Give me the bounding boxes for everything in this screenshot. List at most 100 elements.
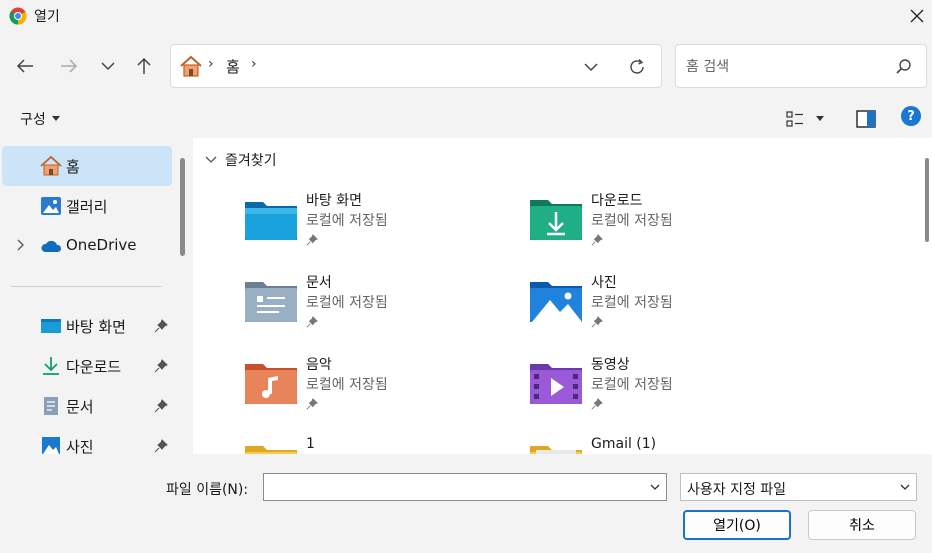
chevron-down-icon <box>101 62 115 71</box>
chevron-right-icon[interactable] <box>16 238 26 252</box>
tile-name: 문서 <box>306 275 332 291</box>
chrome-icon <box>9 7 27 25</box>
pin-icon[interactable] <box>154 439 168 453</box>
pictures-folder-icon <box>530 282 582 322</box>
music-folder-icon <box>245 364 297 404</box>
sidebar-item-label: OneDrive <box>66 236 137 254</box>
command-bar: 구성 ? <box>0 98 932 138</box>
tile-name: Gmail (1) <box>591 436 657 452</box>
pin-icon <box>306 234 318 246</box>
navigation-pane: 홈 갤러리 OneDrive 바탕 화면 다운로드 문서 사진 <box>0 138 190 454</box>
back-button[interactable] <box>11 52 39 80</box>
home-icon <box>180 55 202 77</box>
arrow-up-icon <box>137 57 151 74</box>
tile-videos[interactable]: 동영상 로컬에 저장됨 <box>528 352 808 422</box>
chevron-down-icon[interactable] <box>648 480 662 494</box>
sidebar-item-onedrive[interactable]: OneDrive <box>2 226 172 266</box>
close-icon <box>910 9 924 23</box>
tile-name: 사진 <box>591 275 617 291</box>
sidebar-item-label: 사진 <box>66 438 94 454</box>
view-list-icon <box>786 111 803 127</box>
dialog-footer: 파일 이름(N): 사용자 지정 파일 열기(O) 취소 <box>0 454 932 553</box>
forward-button[interactable] <box>55 52 83 80</box>
pin-icon <box>591 234 603 246</box>
chevron-down-icon <box>205 156 217 163</box>
caret-down-icon <box>51 116 60 121</box>
documents-icon <box>44 397 58 415</box>
help-icon: ? <box>907 108 915 124</box>
tile-name: 동영상 <box>591 357 630 373</box>
sidebar-item-desktop[interactable]: 바탕 화면 <box>2 306 172 346</box>
address-bar[interactable]: › 홈 › <box>170 44 662 88</box>
address-dropdown-button[interactable] <box>581 57 601 77</box>
pin-icon <box>591 398 603 410</box>
tile-status: 로컬에 저장됨 <box>591 377 673 393</box>
tile-name: 다운로드 <box>591 193 643 209</box>
search-input[interactable] <box>686 55 886 79</box>
tile-documents[interactable]: 문서 로컬에 저장됨 <box>243 270 523 340</box>
downloads-folder-icon <box>530 200 582 240</box>
sidebar-scrollbar-thumb[interactable] <box>180 158 185 256</box>
up-button[interactable] <box>130 52 158 80</box>
organize-label: 구성 <box>20 112 46 128</box>
preview-pane-icon[interactable] <box>855 108 877 130</box>
file-type-value: 사용자 지정 파일 <box>687 482 787 498</box>
view-options-button[interactable] <box>786 108 834 130</box>
content-scrollbar-thumb[interactable] <box>925 158 929 242</box>
sidebar-divider <box>11 286 162 287</box>
sidebar-item-downloads[interactable]: 다운로드 <box>2 346 172 386</box>
breadcrumb-separator[interactable]: › <box>251 56 257 72</box>
sidebar-item-home[interactable]: 홈 <box>2 146 172 186</box>
file-type-select[interactable]: 사용자 지정 파일 <box>680 473 917 501</box>
cancel-button[interactable]: 취소 <box>808 510 916 540</box>
tile-downloads[interactable]: 다운로드 로컬에 저장됨 <box>528 188 808 258</box>
help-button[interactable]: ? <box>901 106 921 126</box>
sidebar-item-label: 갤러리 <box>66 198 108 216</box>
desktop-icon <box>41 319 61 333</box>
navigation-bar: › 홈 › <box>0 32 932 98</box>
tile-status: 로컬에 저장됨 <box>306 213 388 229</box>
organize-button[interactable]: 구성 <box>20 109 60 129</box>
tile-folder-gmail[interactable]: Gmail (1) <box>528 434 808 454</box>
search-icon[interactable] <box>894 57 914 77</box>
open-button[interactable]: 열기(O) <box>683 510 791 540</box>
filename-combobox[interactable] <box>263 473 667 501</box>
tile-pictures[interactable]: 사진 로컬에 저장됨 <box>528 270 808 340</box>
group-label: 즐겨찾기 <box>225 153 277 169</box>
home-icon <box>40 156 62 176</box>
sidebar-item-label: 다운로드 <box>66 358 122 376</box>
tile-folder-1[interactable]: 1 <box>243 434 523 454</box>
folder-icon <box>245 446 297 454</box>
caret-down-icon <box>816 116 824 121</box>
group-header-favorites[interactable]: 즐겨찾기 <box>205 150 277 170</box>
pin-icon <box>306 316 318 328</box>
filename-input[interactable] <box>268 477 638 497</box>
tile-status: 로컬에 저장됨 <box>591 213 673 229</box>
gallery-icon <box>41 197 61 215</box>
arrow-right-icon <box>61 59 78 73</box>
tile-desktop[interactable]: 바탕 화면 로컬에 저장됨 <box>243 188 523 258</box>
desktop-folder-icon <box>245 202 297 240</box>
tile-music[interactable]: 음악 로컬에 저장됨 <box>243 352 523 422</box>
pin-icon[interactable] <box>154 359 168 373</box>
sidebar-item-documents[interactable]: 문서 <box>2 386 172 426</box>
sidebar-item-gallery[interactable]: 갤러리 <box>2 186 172 226</box>
pictures-icon <box>42 437 60 454</box>
sidebar-item-pictures[interactable]: 사진 <box>2 426 172 454</box>
onedrive-icon <box>41 240 62 252</box>
videos-folder-icon <box>530 364 582 404</box>
pin-icon <box>591 316 603 328</box>
refresh-button[interactable] <box>626 56 648 78</box>
title-bar: 열기 <box>0 0 932 32</box>
pin-icon[interactable] <box>154 319 168 333</box>
close-button[interactable] <box>902 2 932 30</box>
pin-icon <box>306 398 318 410</box>
refresh-icon <box>630 59 644 74</box>
recent-locations-button[interactable] <box>94 52 122 80</box>
search-box[interactable] <box>675 44 927 88</box>
arrow-left-icon <box>16 59 33 73</box>
pin-icon[interactable] <box>154 399 168 413</box>
sidebar-item-label: 바탕 화면 <box>66 318 126 336</box>
download-icon <box>43 357 59 375</box>
breadcrumb-home[interactable]: 홈 <box>226 56 240 77</box>
